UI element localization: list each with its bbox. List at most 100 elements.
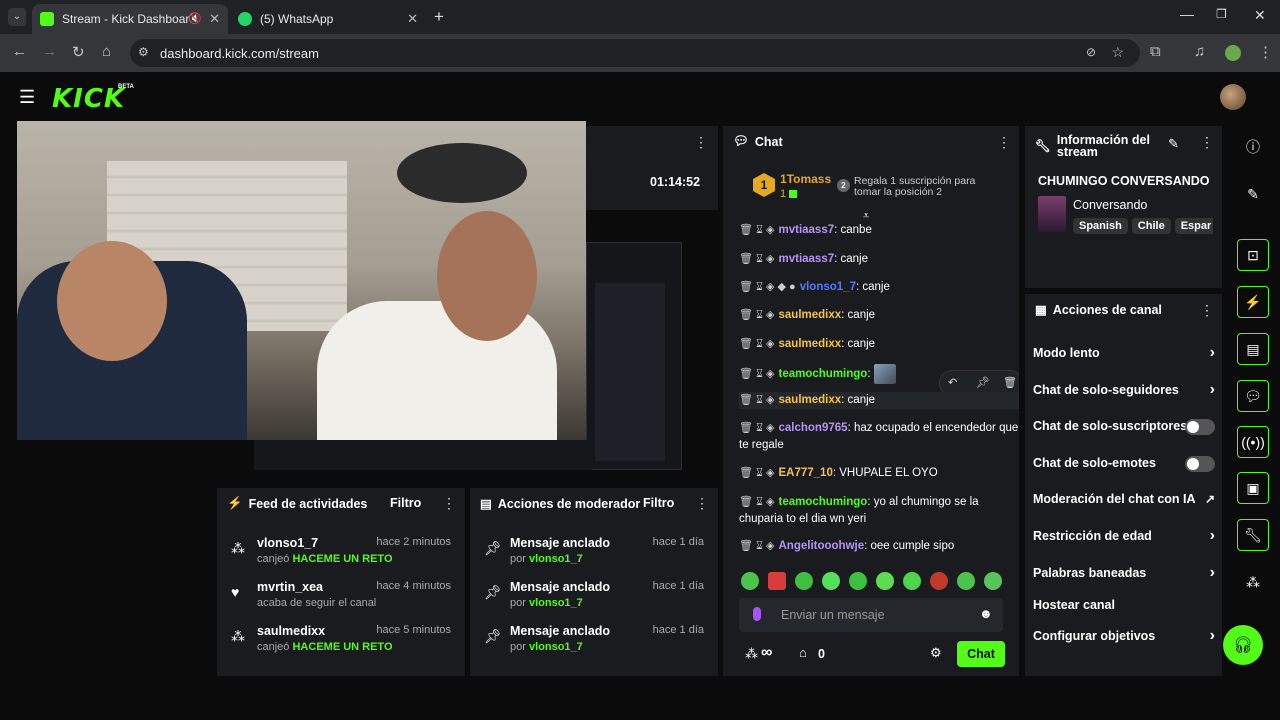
tag[interactable]: Spanish [1073, 218, 1128, 234]
channel-points-icon[interactable]: ⌂ [799, 645, 807, 660]
bookmark-star-icon[interactable]: ☆ [1111, 44, 1124, 61]
back-icon[interactable]: ← [12, 43, 27, 60]
edit-icon[interactable]: ✎ [1168, 136, 1179, 152]
followers-only-row[interactable]: Chat de solo-seguidores › [1033, 381, 1215, 398]
home-icon[interactable]: ⌂ [102, 43, 111, 60]
emote-icon[interactable] [795, 572, 813, 590]
chat-message[interactable]: 🗑︎ ⌛︎ ◈ saulmedixx: canje [739, 307, 1019, 324]
goals-row[interactable]: Configurar objetivos › [1033, 627, 1215, 644]
stream-category[interactable]: Conversando [1073, 198, 1147, 212]
emotes-only-toggle[interactable] [1185, 456, 1215, 472]
mod-tools-icons[interactable]: 🗑︎ ⌛︎ ◈ [739, 540, 775, 552]
mod-action-item[interactable]: 📌︎ Mensaje anclado hace 1 día por vlonso… [470, 620, 718, 664]
chat-message[interactable]: 🗑︎ ⌛︎ ◈ mvtiaass7: canje [739, 251, 1019, 268]
subscribers-only-toggle[interactable] [1185, 419, 1215, 435]
broadcast-icon[interactable]: ((•)) [1237, 426, 1269, 458]
undo-icon[interactable]: ↶ [948, 376, 957, 389]
chat-icon[interactable]: 💬︎ [1237, 380, 1269, 412]
extensions-icon[interactable]: ⧉ [1150, 43, 1161, 60]
emote-icon[interactable] [849, 572, 867, 590]
emote-icon[interactable] [984, 572, 1002, 590]
pin-message-icon[interactable]: 📌︎ [976, 376, 990, 389]
chat-input[interactable]: Enviar un mensaje ☻ [739, 598, 1003, 632]
tab-search-button[interactable]: ⌄ [8, 8, 26, 26]
emote-icon[interactable] [930, 572, 948, 590]
ai-moderation-row[interactable]: Moderación del chat con IA ↗ [1033, 492, 1215, 506]
host-channel-row[interactable]: Hostear canal [1033, 598, 1215, 612]
tag[interactable]: Espar [1174, 218, 1213, 234]
mod-tools-icons[interactable]: 🗑︎ ⌛︎ ◈ [739, 253, 775, 265]
media-control-icon[interactable]: ♫ [1194, 43, 1205, 60]
preview-options-icon[interactable]: ⋮ [694, 134, 708, 151]
chat-message[interactable]: 🗑︎ ⌛︎ ◈ ◆ ● vlonso1_7: canje [739, 279, 1019, 296]
mod-options-icon[interactable]: ⋮ [695, 495, 709, 512]
menu-kebab-icon[interactable]: ⋮ [1258, 43, 1273, 61]
slow-mode-row[interactable]: Modo lento › [1033, 344, 1215, 361]
support-button[interactable]: 🎧︎ [1223, 625, 1263, 665]
kicks-icon[interactable]: ⁂ [745, 646, 758, 662]
send-chat-button[interactable]: Chat [957, 641, 1005, 667]
feed-options-icon[interactable]: ⋮ [442, 495, 456, 512]
mod-action-item[interactable]: 📌︎ Mensaje anclado hace 1 día por vlonso… [470, 532, 718, 576]
site-info-icon[interactable]: ⚙ [138, 45, 149, 59]
emote-icon[interactable] [957, 572, 975, 590]
feed-item[interactable]: ♥ mvrtin_xea hace 4 minutos acaba de seg… [217, 576, 465, 620]
bolt-icon[interactable]: ⚡ [1237, 286, 1269, 318]
mod-tools-icons[interactable]: 🗑︎ ⌛︎ ◈ ◆ ● [739, 281, 796, 293]
mod-tools-icons[interactable]: 🗑︎ ⌛︎ ◈ [739, 496, 775, 508]
close-window-button[interactable]: ✕ [1254, 7, 1266, 24]
mod-tools-icons[interactable]: 🗑︎ ⌛︎ ◈ [739, 338, 775, 350]
chat-options-icon[interactable]: ⋮ [997, 134, 1011, 151]
gift-leaderboard[interactable]: 1 1Tomass 1 2 Regala 1 suscripción para … [723, 162, 1019, 212]
mute-tab-icon[interactable]: 🔇 [188, 12, 202, 25]
chat-message[interactable]: 🗑︎ ⌛︎ ◈ saulmedixx: canje [739, 392, 1019, 409]
chat-message[interactable]: 🗑︎ ⌛︎ ◈ calchon9765: haz ocupado el encen… [739, 420, 1019, 454]
emote-icon[interactable] [741, 572, 759, 590]
camera-blocked-icon[interactable]: ⊘ [1086, 45, 1096, 59]
banned-words-row[interactable]: Palabras baneadas › [1033, 564, 1215, 581]
feed-item[interactable]: ⁂ vlonso1_7 hace 2 minutos canjeó HACEME… [217, 532, 465, 576]
feed-user[interactable]: mvrtin_xea [257, 580, 323, 594]
mod-tools-icons[interactable]: 🗑︎ ⌛︎ ◈ [739, 224, 775, 236]
subscribers-only-row[interactable]: Chat de solo-suscriptores [1033, 419, 1215, 435]
user-avatar[interactable] [1220, 84, 1246, 110]
layout-icon[interactable]: ▣ [1237, 472, 1269, 504]
chat-message[interactable]: 🗑︎ ⌛︎ ◈ saulmedixx: canje [739, 336, 1019, 353]
mod-tools-icons[interactable]: 🗑︎ ⌛︎ ◈ [739, 394, 775, 406]
mod-tools-icons[interactable]: 🗑︎ ⌛︎ ◈ [739, 467, 775, 479]
info-icon[interactable]: ⓘ [1237, 131, 1269, 163]
feed-item[interactable]: ⁂ saulmedixx hace 5 minutos canjeó HACEM… [217, 620, 465, 664]
emote-icon[interactable] [768, 572, 786, 590]
info-options-icon[interactable]: ⋮ [1200, 134, 1214, 151]
emotes-only-row[interactable]: Chat de solo-emotes [1033, 456, 1215, 472]
forward-icon[interactable]: → [42, 43, 57, 60]
delete-message-icon[interactable]: 🗑︎ [1003, 376, 1017, 389]
mod-tools-icons[interactable]: 🗑︎ ⌛︎ ◈ [739, 422, 775, 434]
kicks-icon[interactable]: ⁂ [1237, 566, 1269, 598]
chat-settings-icon[interactable]: ⚙ [930, 645, 942, 661]
minimize-button[interactable]: — [1180, 6, 1194, 22]
profile-avatar[interactable] [1225, 45, 1241, 61]
address-bar[interactable]: ⚙ dashboard.kick.com/stream ⊘ ☆ [130, 39, 1140, 67]
wrench-icon[interactable]: 🔧︎ [1237, 519, 1269, 551]
feed-user[interactable]: saulmedixx [257, 624, 325, 638]
notes-icon[interactable]: ▤ [1237, 333, 1269, 365]
tag[interactable]: Chile [1131, 218, 1171, 234]
emote-icon[interactable] [903, 572, 921, 590]
pencil-icon[interactable]: ✎ [1237, 178, 1269, 210]
feed-user[interactable]: vlonso1_7 [257, 536, 318, 550]
chat-message[interactable]: 🗑︎ ⌛︎ ◈ Angelitooohwje: oee cumple sipo [739, 538, 1019, 555]
emote-icon[interactable] [822, 572, 840, 590]
leader-name[interactable]: 1Tomass [780, 172, 831, 186]
microphone-icon[interactable] [753, 607, 761, 621]
webcam-video[interactable] [17, 121, 586, 440]
mod-action-item[interactable]: 📌︎ Mensaje anclado hace 1 día por vlonso… [470, 576, 718, 620]
maximize-button[interactable]: ❐ [1216, 7, 1227, 21]
clip-icon[interactable]: ⊡ [1237, 239, 1269, 271]
close-tab-icon[interactable]: ✕ [407, 11, 418, 27]
emote-icon[interactable] [876, 572, 894, 590]
age-restriction-row[interactable]: Restricción de edad › [1033, 527, 1215, 544]
hamburger-menu-icon[interactable]: ☰ [19, 87, 35, 108]
chat-message[interactable]: 🗑︎ ⌛︎ ◈ mvtiaass7: canbe [739, 222, 1019, 239]
new-tab-button[interactable]: + [434, 7, 444, 27]
